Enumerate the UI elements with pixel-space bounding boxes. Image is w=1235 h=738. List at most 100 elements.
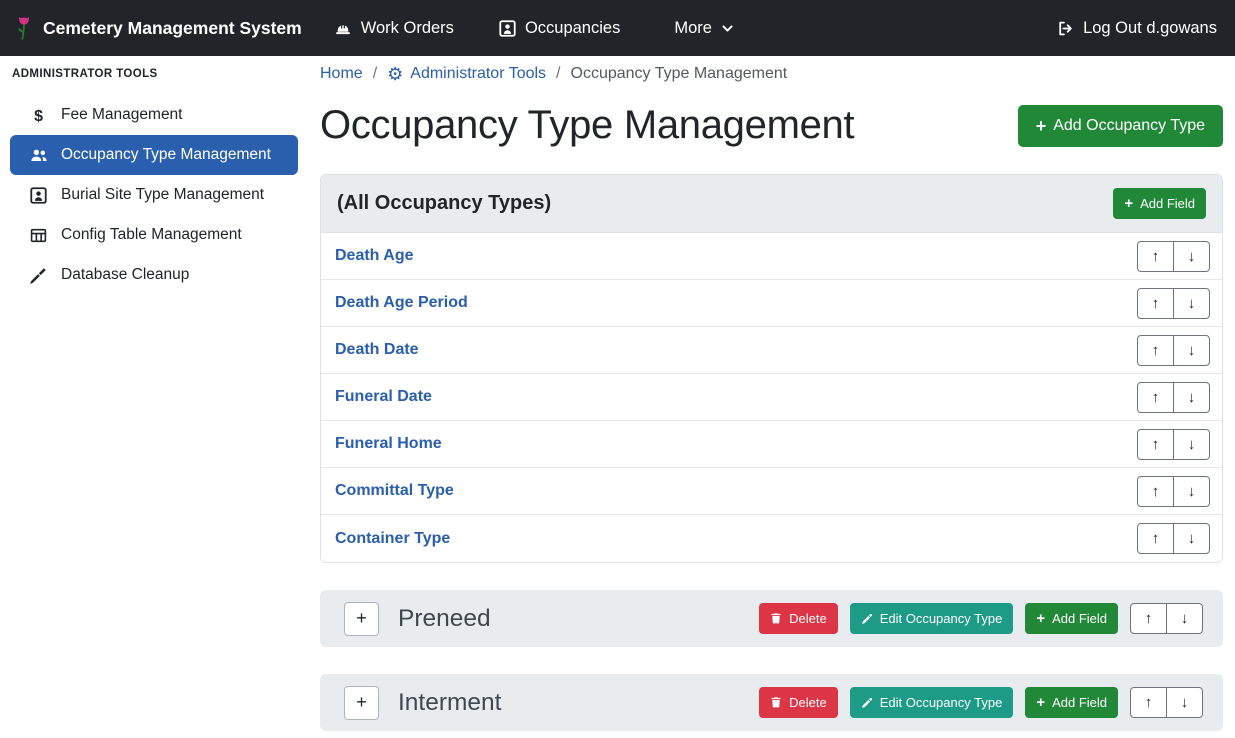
occupancy-icon (499, 20, 516, 37)
move-down-button[interactable]: ↓ (1166, 687, 1203, 718)
field-link[interactable]: Death Age (335, 247, 414, 265)
field-row: Death Age Period ↑ ↓ (321, 280, 1222, 327)
section-title: Preneed (398, 605, 491, 633)
section-title: Interment (398, 689, 502, 717)
nav-item-label: Work Orders (361, 19, 454, 38)
field-row: Death Date ↑ ↓ (321, 327, 1222, 374)
nav-work-orders[interactable]: Work Orders (334, 19, 463, 38)
field-row: Funeral Date ↑ ↓ (321, 374, 1222, 421)
delete-button[interactable]: Delete (759, 603, 838, 634)
expand-button[interactable]: + (344, 602, 379, 636)
sidebar-item-label: Database Cleanup (61, 266, 189, 284)
move-up-button[interactable]: ↑ (1137, 382, 1174, 413)
plus-icon: + (1124, 196, 1133, 211)
move-down-button[interactable]: ↓ (1173, 241, 1210, 272)
breadcrumb: Home / ⚙ Administrator Tools / Occupancy… (320, 65, 1223, 83)
nav-item-label: More (674, 19, 712, 38)
reorder-buttons: ↑ ↓ (1137, 335, 1210, 366)
move-down-button[interactable]: ↓ (1173, 382, 1210, 413)
reorder-buttons: ↑ ↓ (1137, 429, 1210, 460)
move-down-button[interactable]: ↓ (1173, 288, 1210, 319)
plus-icon: + (1036, 611, 1045, 626)
move-down-button[interactable]: ↓ (1173, 476, 1210, 507)
move-down-button[interactable]: ↓ (1173, 335, 1210, 366)
logout-link[interactable]: Log Out d.gowans (1056, 19, 1217, 38)
move-up-button[interactable]: ↑ (1130, 603, 1167, 634)
top-navbar: Cemetery Management System Work Orders O… (0, 0, 1235, 56)
plus-icon: + (1036, 117, 1047, 135)
pencil-icon (861, 697, 873, 709)
occupancy-type-sections: + Preneed Delete Edit Occupancy Type + A… (320, 590, 1223, 731)
move-up-button[interactable]: ↑ (1137, 523, 1174, 554)
sidebar-item-burial-site-type-management[interactable]: Burial Site Type Management (10, 175, 298, 215)
expand-button[interactable]: + (344, 686, 379, 720)
add-field-button[interactable]: + Add Field (1113, 188, 1206, 219)
field-link[interactable]: Death Date (335, 341, 419, 359)
breadcrumb-home-link[interactable]: Home (320, 65, 363, 83)
reorder-buttons: ↑ ↓ (1137, 523, 1210, 554)
svg-text:$: $ (34, 107, 43, 123)
app-brand[interactable]: Cemetery Management System (14, 15, 302, 42)
reorder-buttons: ↑ ↓ (1130, 687, 1203, 718)
logout-icon (1056, 20, 1074, 37)
trash-icon (770, 612, 782, 625)
sidebar-item-label: Burial Site Type Management (61, 186, 264, 204)
field-row: Container Type ↑ ↓ (321, 515, 1222, 562)
section-interment: + Interment Delete Edit Occupancy Type +… (320, 674, 1223, 731)
breadcrumb-administrator-tools-link[interactable]: ⚙ Administrator Tools (387, 65, 546, 83)
move-down-button[interactable]: ↓ (1173, 523, 1210, 554)
move-up-button[interactable]: ↑ (1137, 288, 1174, 319)
reorder-buttons: ↑ ↓ (1137, 288, 1210, 319)
reorder-buttons: ↑ ↓ (1137, 476, 1210, 507)
field-link[interactable]: Funeral Date (335, 388, 432, 406)
sidebar-item-occupancy-type-management[interactable]: Occupancy Type Management (10, 135, 298, 175)
field-link[interactable]: Funeral Home (335, 435, 442, 453)
field-link[interactable]: Death Age Period (335, 294, 468, 312)
move-up-button[interactable]: ↑ (1137, 335, 1174, 366)
add-occupancy-type-button[interactable]: + Add Occupancy Type (1018, 105, 1223, 147)
move-down-button[interactable]: ↓ (1166, 603, 1203, 634)
reorder-buttons: ↑ ↓ (1137, 382, 1210, 413)
trash-icon (770, 696, 782, 709)
move-down-button[interactable]: ↓ (1173, 429, 1210, 460)
delete-button[interactable]: Delete (759, 687, 838, 718)
section-actions: Delete Edit Occupancy Type + Add Field ↑… (759, 687, 1203, 718)
page-header: Occupancy Type Management + Add Occupanc… (320, 103, 1223, 148)
sidebar-item-config-table-management[interactable]: Config Table Management (10, 215, 298, 255)
sidebar-item-database-cleanup[interactable]: Database Cleanup (10, 255, 298, 295)
sidebar-item-label: Fee Management (61, 106, 183, 124)
edit-occupancy-type-button[interactable]: Edit Occupancy Type (850, 687, 1014, 718)
edit-occupancy-type-button[interactable]: Edit Occupancy Type (850, 603, 1014, 634)
breadcrumb-current: Occupancy Type Management (571, 65, 788, 83)
move-up-button[interactable]: ↑ (1137, 429, 1174, 460)
hard-hat-icon (334, 20, 352, 37)
pencil-icon (861, 613, 873, 625)
sidebar-item-label: Occupancy Type Management (61, 146, 271, 164)
all-occupancy-types-card: (All Occupancy Types) + Add Field Death … (320, 174, 1223, 563)
add-field-button[interactable]: + Add Field (1025, 603, 1118, 634)
logout-label: Log Out d.gowans (1083, 19, 1217, 38)
field-link[interactable]: Container Type (335, 530, 450, 548)
plus-icon: + (1036, 695, 1045, 710)
field-row: Death Age ↑ ↓ (321, 233, 1222, 280)
main-content: Home / ⚙ Administrator Tools / Occupancy… (308, 56, 1235, 738)
page-title: Occupancy Type Management (320, 103, 854, 148)
occupancy-icon (28, 187, 49, 204)
flower-logo-icon (14, 15, 34, 42)
move-up-button[interactable]: ↑ (1137, 241, 1174, 272)
navbar-menu: Work Orders Occupancies More (334, 19, 734, 38)
dollar-icon: $ (28, 107, 49, 124)
gear-icon: ⚙ (387, 65, 403, 83)
move-up-button[interactable]: ↑ (1130, 687, 1167, 718)
field-link[interactable]: Committal Type (335, 482, 454, 500)
nav-more[interactable]: More (665, 19, 734, 38)
nav-occupancies[interactable]: Occupancies (499, 19, 629, 38)
sidebar-heading: ADMINISTRATOR TOOLS (0, 68, 308, 80)
sidebar: ADMINISTRATOR TOOLS $ Fee Management Occ… (0, 56, 308, 738)
move-up-button[interactable]: ↑ (1137, 476, 1174, 507)
sidebar-item-fee-management[interactable]: $ Fee Management (10, 95, 298, 135)
field-row: Committal Type ↑ ↓ (321, 468, 1222, 515)
broom-icon (28, 267, 49, 284)
section-actions: Delete Edit Occupancy Type + Add Field ↑… (759, 603, 1203, 634)
add-field-button[interactable]: + Add Field (1025, 687, 1118, 718)
